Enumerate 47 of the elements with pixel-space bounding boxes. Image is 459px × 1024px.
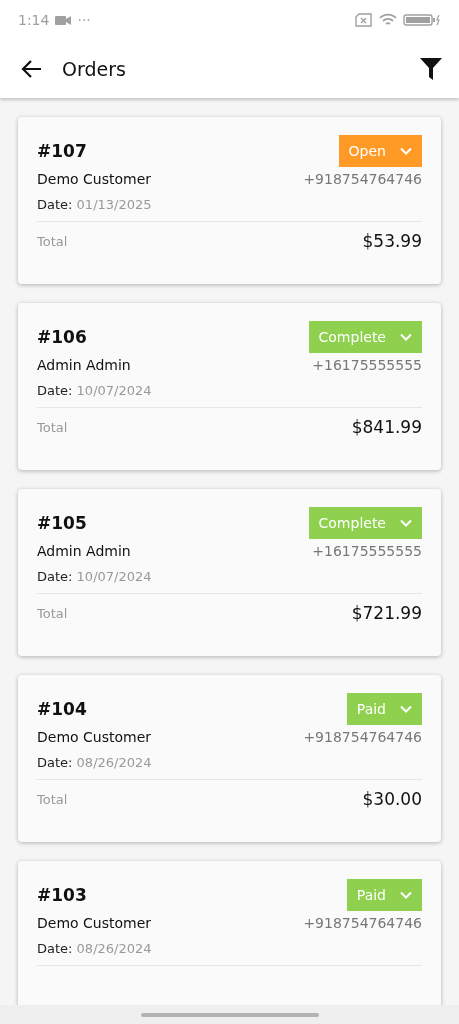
order-date: Date: 01/13/2025 <box>37 197 152 212</box>
total-label: Total <box>37 233 68 249</box>
phone-number: +918754764746 <box>303 729 422 745</box>
chevron-down-icon <box>400 147 412 155</box>
customer-name: Demo Customer <box>37 915 152 931</box>
order-date: Date: 10/07/2024 <box>37 569 152 584</box>
order-date: Date: 10/07/2024 <box>37 383 152 398</box>
order-number: #105 <box>37 513 87 533</box>
order-number: #103 <box>37 885 87 905</box>
phone-number: +16175555555 <box>312 543 422 559</box>
order-number: #106 <box>37 327 87 347</box>
chevron-down-icon <box>400 891 412 899</box>
phone-number: +918754764746 <box>303 915 422 931</box>
order-card[interactable]: #105 Complete Admin Admin +16175555555 Date: 10/07/2024 Total $721.99 <box>18 489 441 656</box>
order-card[interactable]: #106 Complete Admin Admin +16175555555 Date: 10/07/2024 Total $841.99 <box>18 303 441 470</box>
order-number: #107 <box>37 141 87 161</box>
total-amount: $721.99 <box>351 603 422 623</box>
total-label: Total <box>37 791 68 807</box>
total-amount: $841.99 <box>351 417 422 437</box>
phone-number: +918754764746 <box>303 171 422 187</box>
order-date: Date: 08/26/2024 <box>37 755 152 770</box>
back-arrow-icon[interactable] <box>20 59 42 79</box>
customer-name: Admin Admin <box>37 543 131 559</box>
total-amount: $53.99 <box>362 231 422 251</box>
customer-name: Demo Customer <box>37 729 152 745</box>
phone-number: +16175555555 <box>312 357 422 373</box>
order-card[interactable]: #104 Paid Demo Customer +918754764746 Date: 08/26/2024 Total $30.00 <box>18 675 441 842</box>
wifi-icon <box>379 13 397 27</box>
clock: 1:14 <box>18 12 50 28</box>
battery-icon <box>403 13 441 27</box>
total-label: Total <box>37 605 68 621</box>
customer-name: Admin Admin <box>37 357 131 373</box>
page-title: Orders <box>62 58 127 80</box>
video-camera-icon <box>55 14 72 26</box>
notification-dots: ··· <box>77 12 91 28</box>
chevron-down-icon <box>400 519 412 527</box>
chevron-down-icon <box>400 333 412 341</box>
total-amount: $30.00 <box>362 789 422 809</box>
no-sim-icon <box>355 13 373 27</box>
order-number: #104 <box>37 699 87 719</box>
order-card[interactable]: #107 Open Demo Customer +918754764746 Date: 01/13/2025 Total $53.99 <box>18 117 441 284</box>
chevron-down-icon <box>400 705 412 713</box>
filter-icon[interactable] <box>419 57 443 81</box>
customer-name: Demo Customer <box>37 171 152 187</box>
order-card[interactable]: #103 Paid Demo Customer +918754764746 Date: 08/26/2024 <box>18 861 441 1005</box>
order-date: Date: 08/26/2024 <box>37 941 152 956</box>
total-label: Total <box>37 419 68 435</box>
